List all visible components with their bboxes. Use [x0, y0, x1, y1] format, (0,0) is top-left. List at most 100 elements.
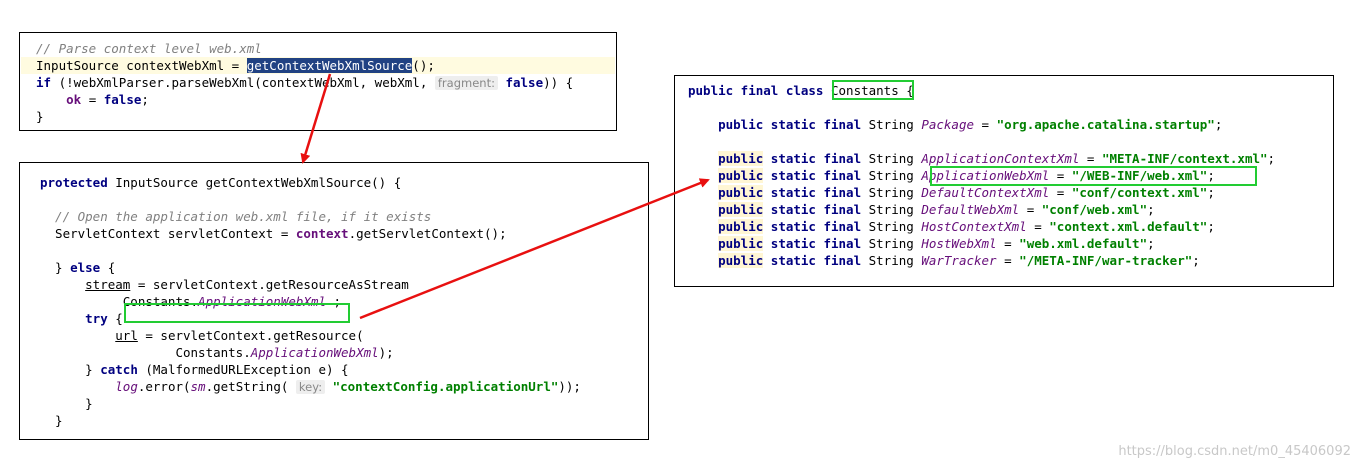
code-token: public — [718, 151, 764, 166]
code-token: ; — [1207, 185, 1215, 200]
code-token: protected — [40, 175, 108, 190]
code-token: InputSource contextWebXml = — [36, 58, 247, 73]
code-token: ServletContext servletContext = — [40, 226, 296, 241]
parameter-hint: key: — [295, 380, 326, 394]
highlight-box-application-webxml-constant — [930, 166, 1257, 186]
code-token: static final — [763, 253, 862, 268]
code-token: // Open the application web.xml file, if… — [40, 209, 432, 224]
code-token: "conf/web.xml" — [1041, 202, 1148, 217]
code-line: // Open the application web.xml file, if… — [40, 208, 431, 225]
code-token: static final — [763, 202, 862, 217]
code-token: "conf/context.xml" — [1071, 185, 1208, 200]
code-token: "META-INF/context.xml" — [1101, 151, 1268, 166]
code-token: } — [40, 413, 63, 428]
code-line: public static final String Package = "or… — [688, 116, 1222, 133]
code-token: .error( — [137, 379, 191, 394]
code-line: try { — [40, 310, 123, 327]
code-token: String — [861, 168, 922, 183]
code-token: = servletContext.getResourceAsStream — [130, 277, 409, 292]
code-token: WarTracker — [921, 253, 997, 268]
code-token: )) { — [543, 75, 574, 90]
code-line: InputSource contextWebXml = getContextWe… — [36, 57, 435, 74]
code-token: = — [1026, 219, 1050, 234]
code-token: InputSource getContextWebXmlSource() { — [107, 175, 402, 190]
code-line: } catch (MalformedURLException e) { — [40, 361, 349, 378]
code-line: } — [40, 412, 63, 429]
code-token: ; — [1207, 219, 1215, 234]
code-token: .getServletContext(); — [348, 226, 507, 241]
code-line: public static final String WarTracker = … — [688, 252, 1200, 269]
code-token: } — [36, 109, 44, 124]
code-line: ServletContext servletContext = context.… — [40, 225, 507, 242]
code-token: String — [861, 117, 922, 132]
code-token: false — [103, 92, 142, 107]
code-token: false — [497, 75, 544, 90]
code-token: DefaultContextXml — [921, 185, 1050, 200]
code-token: public final class — [688, 83, 824, 98]
code-token: HostWebXml — [921, 236, 997, 251]
code-token: )); — [558, 379, 581, 394]
code-token: public — [718, 185, 764, 200]
code-token: "contextConfig.applicationUrl" — [325, 379, 559, 394]
code-line: } — [40, 395, 93, 412]
code-token: catch — [100, 362, 138, 377]
code-token: Constants. — [40, 345, 251, 360]
code-token: = — [1049, 185, 1072, 200]
code-line: public static final String HostContextXm… — [688, 218, 1215, 235]
code-token: static final — [763, 151, 862, 166]
code-line: } else { — [40, 259, 115, 276]
code-token: // Parse context level web.xml — [36, 41, 262, 56]
code-token: stream — [85, 277, 131, 292]
code-token: String — [861, 236, 922, 251]
code-line: // Parse context level web.xml — [36, 40, 262, 57]
code-token: getContextWebXmlSource — [246, 58, 413, 73]
code-token: log — [115, 379, 138, 394]
code-token: String — [861, 253, 922, 268]
code-token: ok — [66, 92, 82, 107]
code-token: public — [718, 168, 764, 183]
code-token: context — [295, 226, 349, 241]
code-token: ApplicationContextXml — [921, 151, 1080, 166]
code-token: } — [40, 260, 71, 275]
code-token: .getString( — [205, 379, 296, 394]
parameter-hint: fragment: — [434, 76, 498, 90]
code-token: public — [718, 236, 764, 251]
code-line: public static final String ApplicationCo… — [688, 150, 1275, 167]
code-token: ; — [1267, 151, 1276, 166]
code-token: = — [1019, 202, 1042, 217]
code-line: public static final String DefaultContex… — [688, 184, 1215, 201]
code-line: Constants.ApplicationWebXml); — [40, 344, 394, 361]
code-token: (MalformedURLException e) { — [137, 362, 349, 377]
code-line: log.error(sm.getString( key: "contextCon… — [40, 378, 581, 395]
fold-gap — [20, 245, 648, 255]
code-token: = — [974, 117, 997, 132]
code-token: public — [718, 253, 764, 268]
code-token: = — [81, 92, 104, 107]
code-token: DefaultWebXml — [921, 202, 1020, 217]
code-token: { — [100, 260, 116, 275]
code-token: try — [85, 311, 108, 326]
watermark: https://blog.csdn.net/m0_45406092 — [1118, 444, 1351, 459]
code-token: "/META-INF/war-tracker" — [1019, 253, 1193, 268]
code-token: } — [40, 396, 93, 411]
code-line: ok = false; — [36, 91, 149, 108]
code-token: ApplicationWebXml — [250, 345, 379, 360]
code-line: stream = servletContext.getResourceAsStr… — [40, 276, 409, 293]
code-token: String — [861, 185, 922, 200]
code-token: "context.xml.default" — [1049, 219, 1208, 234]
code-token: String — [861, 202, 922, 217]
code-token: static final — [763, 219, 862, 234]
code-token: if — [36, 75, 52, 90]
code-token: public — [718, 202, 764, 217]
highlight-box-constants-class — [832, 80, 914, 100]
code-token: ); — [378, 345, 394, 360]
